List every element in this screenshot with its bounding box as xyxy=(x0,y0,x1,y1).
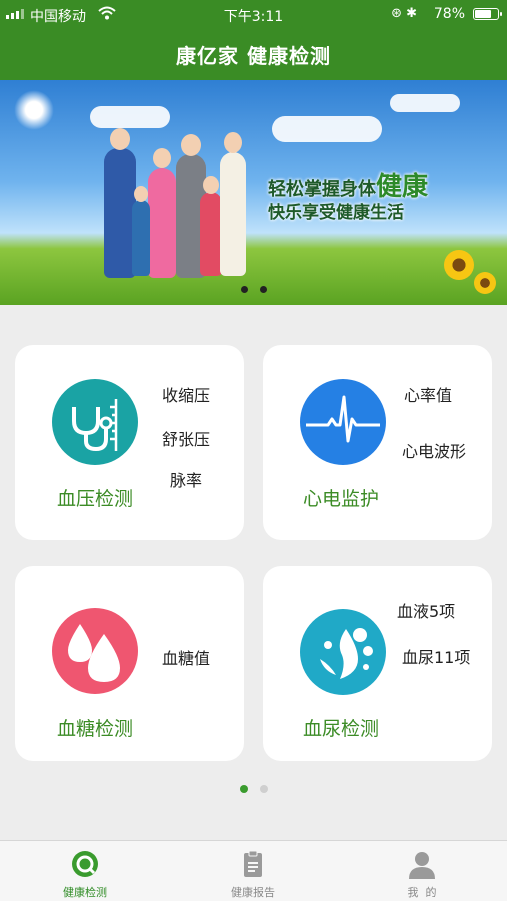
blood-urine-card[interactable]: 血液5项 血尿11项 血尿检测 xyxy=(263,566,492,761)
ecg-monitor-card[interactable]: 心率值 心电波形 心电监护 xyxy=(263,345,492,540)
blood-pressure-card[interactable]: 收缩压 舒张压 脉率 血压检测 xyxy=(15,345,244,540)
tab-label: 我 的 xyxy=(407,886,437,899)
sunflower-graphic xyxy=(444,250,474,280)
banner-page-indicator[interactable] xyxy=(0,286,507,293)
cloud-graphic xyxy=(390,94,460,112)
cloud-graphic xyxy=(90,106,170,128)
banner-dot[interactable] xyxy=(259,286,267,293)
ecg-wave-icon xyxy=(300,379,386,465)
splash-drop-icon xyxy=(300,609,386,695)
card-title: 心电监护 xyxy=(302,488,379,510)
status-bar: 中国移动 下午3:11 ⊛ ✱ 78% xyxy=(0,0,507,28)
page-indicator[interactable] xyxy=(0,785,507,793)
tab-label: 健康报告 xyxy=(231,886,275,899)
bp-item: 收缩压 xyxy=(162,386,211,405)
tab-health-check[interactable]: 健康检测 xyxy=(25,841,145,901)
banner-dot[interactable] xyxy=(240,286,248,293)
banner-slogan-2: 快乐享受健康生活 xyxy=(268,203,404,223)
rotation-lock-bluetooth-icon: ⊛ ✱ xyxy=(391,6,417,21)
card-title: 血糖检测 xyxy=(56,718,133,740)
status-time: 下午3:11 xyxy=(223,9,284,25)
battery-percent: 78% xyxy=(433,6,465,22)
bp-item: 舒张压 xyxy=(162,430,211,449)
tab-profile[interactable]: 我 的 xyxy=(362,841,482,901)
tab-label: 健康检测 xyxy=(63,886,107,899)
page-dot[interactable] xyxy=(259,785,268,793)
card-title: 血压检测 xyxy=(56,488,133,510)
card-title: 血尿检测 xyxy=(302,718,379,740)
bottom-tab-bar: 健康检测 健康报告 我 的 xyxy=(0,840,507,901)
page-dot-active[interactable] xyxy=(239,785,248,793)
battery-icon xyxy=(473,8,502,20)
blood-glucose-card[interactable]: 血糖值 血糖检测 xyxy=(15,566,244,761)
urine-item: 血液5项 xyxy=(397,602,456,621)
tab-health-report[interactable]: 健康报告 xyxy=(193,841,313,901)
stethoscope-icon xyxy=(52,379,138,465)
ecg-item: 心电波形 xyxy=(402,442,467,461)
urine-item: 血尿11项 xyxy=(402,648,471,667)
report-clipboard-icon xyxy=(244,850,262,877)
ecg-item: 心率值 xyxy=(404,386,453,405)
app-header: 中国移动 下午3:11 ⊛ ✱ 78% 康亿家 健康检测 xyxy=(0,0,507,80)
profile-person-icon xyxy=(409,852,435,879)
cloud-graphic xyxy=(272,116,382,142)
promo-banner[interactable]: 轻松掌握身体健康 快乐享受健康生活 xyxy=(0,80,507,305)
sun-graphic xyxy=(14,90,54,130)
page-title: 康亿家 健康检测 xyxy=(176,44,331,68)
glucose-item: 血糖值 xyxy=(162,649,211,668)
blood-drop-icon xyxy=(52,608,138,694)
health-check-icon xyxy=(72,851,98,877)
